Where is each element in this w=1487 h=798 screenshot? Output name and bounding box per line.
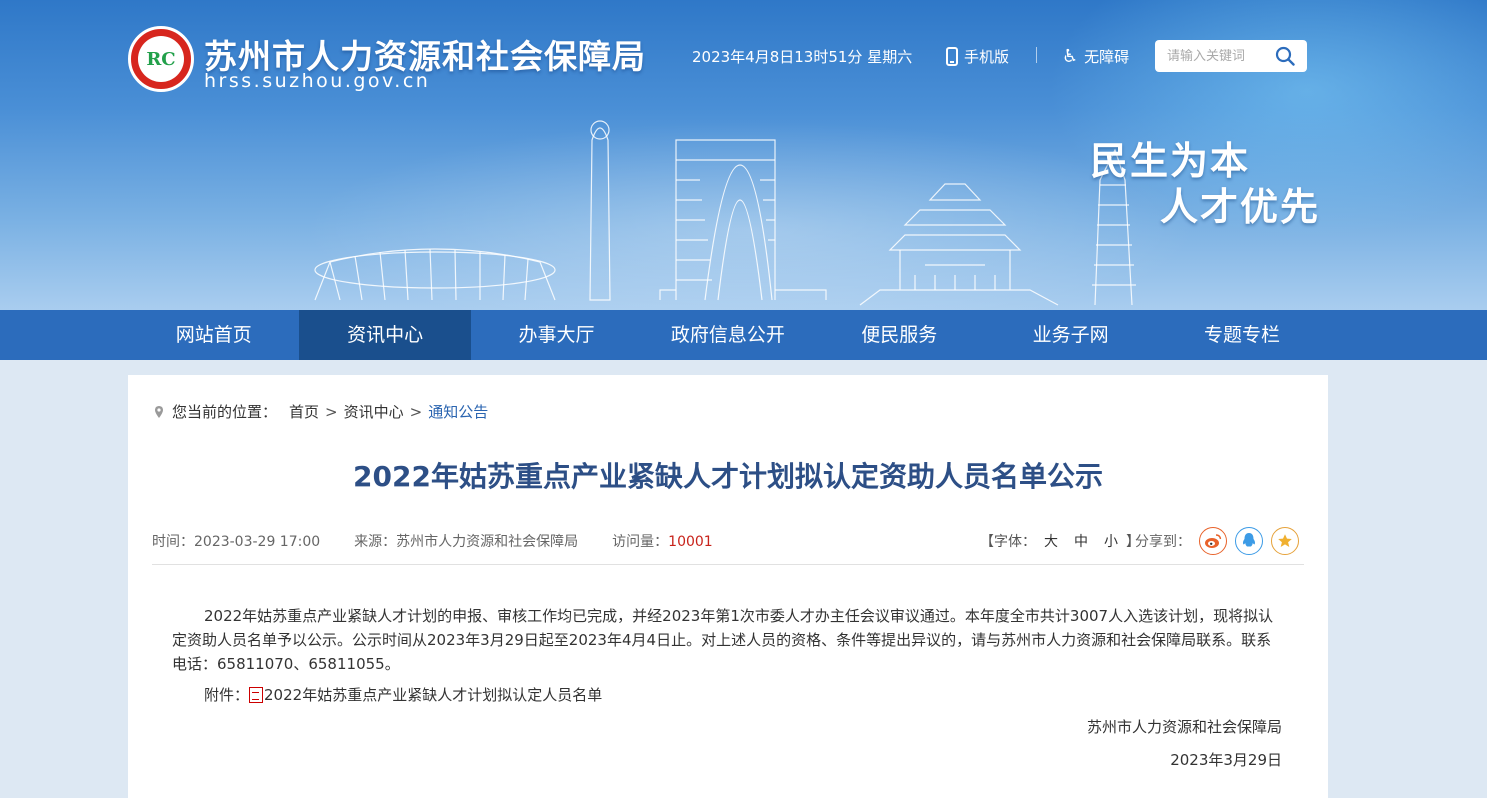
article-meta: 时间：2023-03-29 17:00 来源：苏州市人力资源和社会保障局 访问量… (152, 531, 747, 551)
source-value: 苏州市人力资源和社会保障局 (396, 534, 579, 550)
main-nav: 网站首页 资讯中心 办事大厅 政府信息公开 便民服务 业务子网 专题专栏 (0, 310, 1487, 360)
accessibility-link[interactable]: ♿ 无障碍 (1062, 46, 1129, 67)
font-size-large-button[interactable]: 大 (1044, 531, 1058, 551)
search-icon[interactable] (1275, 46, 1295, 66)
search-input[interactable] (1167, 48, 1267, 64)
mobile-version-link[interactable]: 手机版 (946, 46, 1009, 67)
nav-item-business-subsites[interactable]: 业务子网 (985, 310, 1156, 360)
slogan-line-2: 人才优先 (1160, 185, 1321, 229)
font-size-control: 【字体： 大 中 小 】 (980, 531, 1140, 551)
signature-date: 2023年3月29日 (1170, 751, 1282, 769)
breadcrumb-separator: > (325, 402, 338, 421)
mobile-version-label: 手机版 (964, 48, 1010, 66)
signature-organization: 苏州市人力资源和社会保障局 (1086, 718, 1282, 736)
font-size-label-open: 【字体： (980, 534, 1036, 550)
attachment-link[interactable]: 2022年姑苏重点产业紧缺人才计划拟认定人员名单 (264, 684, 602, 705)
font-size-small-button[interactable]: 小 (1104, 531, 1118, 551)
divider (1036, 47, 1037, 63)
attachment-label: 附件： (204, 686, 250, 704)
source-label: 来源： (354, 534, 397, 550)
share-label: 分享到： (1135, 534, 1191, 550)
breadcrumb-item-news-center[interactable]: 资讯中心 (344, 401, 404, 422)
visits-label: 访问量： (612, 534, 669, 550)
article-panel: 您当前的位置： 首页 > 资讯中心 > 通知公告 2022年姑苏重点产业紧缺人才… (128, 375, 1328, 798)
publish-time-value: 2023-03-29 17:00 (194, 534, 321, 550)
header-banner: RC 苏州市人力资源和社会保障局 hrss.suzhou.gov.cn 2023… (0, 0, 1487, 310)
site-domain: hrss.suzhou.gov.cn (204, 70, 431, 92)
article-source: 来源：苏州市人力资源和社会保障局 (354, 531, 578, 551)
nav-item-service-hall[interactable]: 办事大厅 (471, 310, 642, 360)
location-pin-icon (155, 405, 163, 418)
wheelchair-icon: ♿ (1062, 45, 1079, 67)
font-size-medium-button[interactable]: 中 (1074, 531, 1088, 551)
qq-penguin-icon (1242, 533, 1256, 547)
current-datetime: 2023年4月8日13时51分 星期六 (692, 48, 913, 66)
accessibility-label: 无障碍 (1084, 48, 1130, 66)
breadcrumb-prefix: 您当前的位置： (172, 403, 278, 421)
share-favorite-button[interactable] (1271, 527, 1299, 555)
search-box (1155, 40, 1307, 72)
share-qq-button[interactable] (1235, 527, 1263, 555)
nav-item-public-service[interactable]: 便民服务 (814, 310, 985, 360)
logo-text: RC (138, 36, 184, 82)
attachment: 附件： 2022年姑苏重点产业紧缺人才计划拟认定人员名单 (204, 684, 602, 705)
breadcrumb-item-notices[interactable]: 通知公告 (428, 401, 488, 422)
star-icon (1278, 534, 1292, 547)
article-title: 2022年姑苏重点产业紧缺人才计划拟认定资助人员名单公示 (353, 460, 1103, 493)
publish-time-label: 时间： (152, 534, 194, 550)
article-body: 2022年姑苏重点产业紧缺人才计划的申报、审核工作均已完成，并经2023年第1次… (172, 607, 1274, 673)
nav-item-special-topics[interactable]: 专题专栏 (1156, 310, 1327, 360)
nav-item-gov-info[interactable]: 政府信息公开 (642, 310, 813, 360)
pdf-file-icon (249, 686, 264, 703)
visits-value: 10001 (668, 534, 713, 550)
breadcrumb-separator: > (409, 402, 423, 421)
meta-divider (152, 564, 1304, 565)
breadcrumb: 您当前的位置： 首页 > 资讯中心 > 通知公告 (152, 401, 488, 422)
mobile-phone-icon (946, 47, 958, 66)
visit-count: 访问量：10001 (612, 531, 713, 551)
breadcrumb-item-home[interactable]: 首页 (289, 401, 319, 422)
nav-item-news-center[interactable]: 资讯中心 (299, 310, 471, 360)
site-logo[interactable]: RC (128, 26, 194, 92)
nav-item-home[interactable]: 网站首页 (128, 310, 299, 360)
publish-time: 时间：2023-03-29 17:00 (152, 531, 320, 551)
share-weibo-button[interactable] (1199, 527, 1227, 555)
weibo-icon (1205, 534, 1222, 548)
